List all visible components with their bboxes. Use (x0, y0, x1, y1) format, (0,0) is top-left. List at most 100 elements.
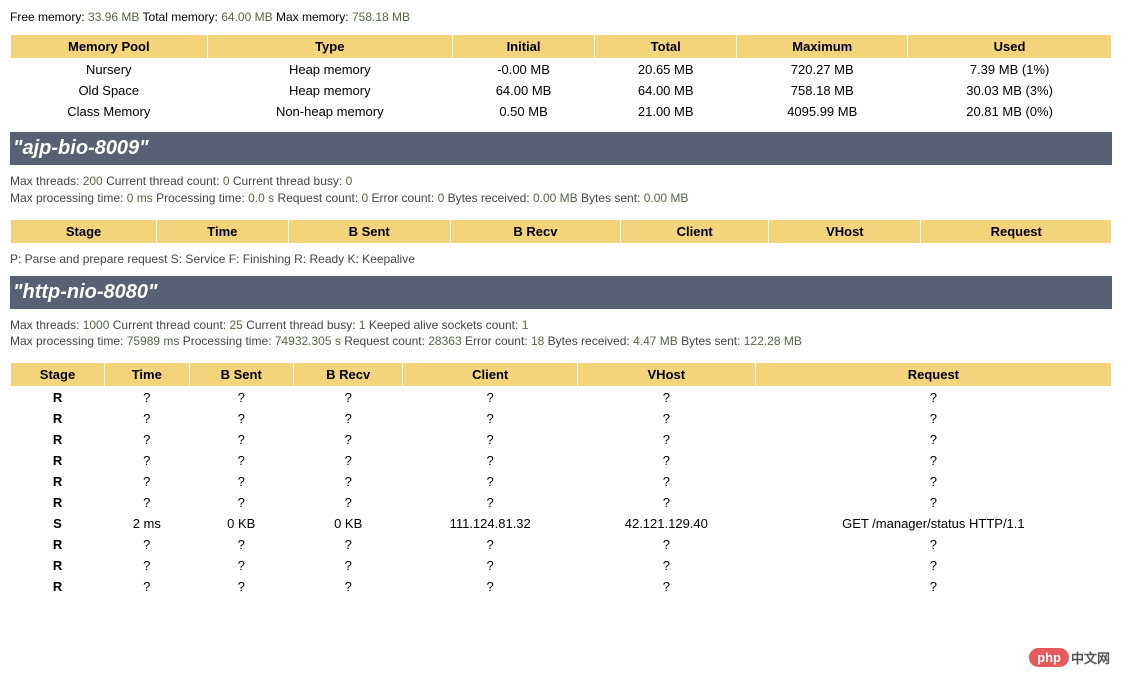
thread-header: Time (105, 363, 190, 387)
thread-cell-vhost: ? (577, 492, 755, 513)
total-memory-label: Total memory: (143, 10, 218, 24)
thread-cell-vhost: ? (577, 555, 755, 576)
thread-cell-stage: R (11, 429, 105, 450)
thread-header: B Sent (288, 219, 450, 243)
thread-cell-stage: R (11, 387, 105, 409)
mp-cell-used: 7.39 MB (1%) (908, 59, 1112, 81)
thread-cell-brecv: ? (293, 492, 403, 513)
table-row: R?????? (11, 450, 1112, 471)
mp-cell-type: Non-heap memory (207, 101, 452, 122)
mp-cell-type: Heap memory (207, 80, 452, 101)
thread-cell-vhost: ? (577, 471, 755, 492)
table-row: R?????? (11, 492, 1112, 513)
free-memory-label: Free memory: (10, 10, 85, 24)
thread-cell-stage: R (11, 576, 105, 597)
thread-cell-vhost: ? (577, 408, 755, 429)
thread-cell-time: ? (105, 408, 190, 429)
mp-cell-pool: Nursery (11, 59, 208, 81)
thread-cell-brecv: ? (293, 471, 403, 492)
mp-cell-maximum: 758.18 MB (737, 80, 908, 101)
thread-cell-client: ? (403, 555, 577, 576)
thread-cell-stage: R (11, 555, 105, 576)
thread-header: Request (755, 363, 1111, 387)
thread-cell-client: ? (403, 408, 577, 429)
thread-cell-bsent: 0 KB (189, 513, 293, 534)
thread-cell-vhost: 42.121.129.40 (577, 513, 755, 534)
thread-cell-client: 111.124.81.32 (403, 513, 577, 534)
thread-cell-bsent: ? (189, 408, 293, 429)
mp-header: Total (595, 35, 737, 59)
thread-header: B Sent (189, 363, 293, 387)
thread-cell-request: ? (755, 387, 1111, 409)
mp-cell-used: 20.81 MB (0%) (908, 101, 1112, 122)
mp-cell-initial: 64.00 MB (452, 80, 594, 101)
thread-cell-bsent: ? (189, 534, 293, 555)
table-row: R?????? (11, 576, 1112, 597)
thread-cell-stage: R (11, 471, 105, 492)
connector-stats: Max threads: 1000 Current thread count: … (10, 317, 1112, 351)
thread-cell-brecv: ? (293, 429, 403, 450)
stage-legend: P: Parse and prepare request S: Service … (10, 252, 1112, 266)
thread-cell-client: ? (403, 492, 577, 513)
max-memory-value: 758.18 MB (352, 10, 410, 24)
free-memory-value: 33.96 MB (88, 10, 139, 24)
thread-cell-request: ? (755, 555, 1111, 576)
php-logo-badge: php 中文网 (1029, 648, 1110, 667)
thread-cell-vhost: ? (577, 534, 755, 555)
thread-cell-vhost: ? (577, 576, 755, 597)
memory-pool-table: Memory PoolTypeInitialTotalMaximumUsed N… (10, 34, 1112, 122)
thread-cell-time: ? (105, 471, 190, 492)
thread-cell-client: ? (403, 534, 577, 555)
mp-header: Memory Pool (11, 35, 208, 59)
memory-summary: Free memory: 33.96 MB Total memory: 64.0… (10, 10, 1112, 24)
thread-header: B Recv (450, 219, 620, 243)
connector-header: "http-nio-8080" (10, 276, 1112, 309)
thread-table: StageTimeB SentB RecvClientVHostRequest (10, 219, 1112, 244)
thread-header: B Recv (293, 363, 403, 387)
mp-cell-total: 64.00 MB (595, 80, 737, 101)
thread-header: VHost (769, 219, 921, 243)
thread-cell-client: ? (403, 387, 577, 409)
mp-header: Initial (452, 35, 594, 59)
thread-cell-time: ? (105, 576, 190, 597)
thread-cell-vhost: ? (577, 387, 755, 409)
thread-cell-time: ? (105, 387, 190, 409)
connector-stats: Max threads: 200 Current thread count: 0… (10, 173, 1112, 207)
thread-header: Request (921, 219, 1112, 243)
mp-cell-type: Heap memory (207, 59, 452, 81)
php-text: 中文网 (1071, 648, 1110, 667)
thread-cell-request: ? (755, 492, 1111, 513)
thread-cell-request: GET /manager/status HTTP/1.1 (755, 513, 1111, 534)
thread-cell-stage: R (11, 450, 105, 471)
thread-cell-stage: R (11, 534, 105, 555)
thread-cell-brecv: ? (293, 555, 403, 576)
thread-cell-time: 2 ms (105, 513, 190, 534)
thread-cell-time: ? (105, 450, 190, 471)
mp-cell-maximum: 4095.99 MB (737, 101, 908, 122)
thread-cell-client: ? (403, 450, 577, 471)
thread-cell-brecv: ? (293, 534, 403, 555)
thread-header: VHost (577, 363, 755, 387)
table-row: R?????? (11, 534, 1112, 555)
thread-cell-brecv: ? (293, 408, 403, 429)
thread-cell-request: ? (755, 408, 1111, 429)
thread-cell-client: ? (403, 429, 577, 450)
connector-header: "ajp-bio-8009" (10, 132, 1112, 165)
thread-header: Time (157, 219, 288, 243)
thread-cell-time: ? (105, 555, 190, 576)
mp-header: Maximum (737, 35, 908, 59)
thread-cell-brecv: ? (293, 450, 403, 471)
mp-cell-initial: 0.50 MB (452, 101, 594, 122)
max-memory-label: Max memory: (276, 10, 349, 24)
table-row: Old SpaceHeap memory64.00 MB64.00 MB758.… (11, 80, 1112, 101)
thread-table: StageTimeB SentB RecvClientVHostRequestR… (10, 362, 1112, 597)
thread-cell-request: ? (755, 471, 1111, 492)
thread-cell-brecv: ? (293, 576, 403, 597)
table-row: R?????? (11, 408, 1112, 429)
mp-header: Type (207, 35, 452, 59)
thread-cell-time: ? (105, 429, 190, 450)
table-row: R?????? (11, 555, 1112, 576)
total-memory-value: 64.00 MB (221, 10, 272, 24)
thread-cell-bsent: ? (189, 450, 293, 471)
thread-cell-time: ? (105, 534, 190, 555)
